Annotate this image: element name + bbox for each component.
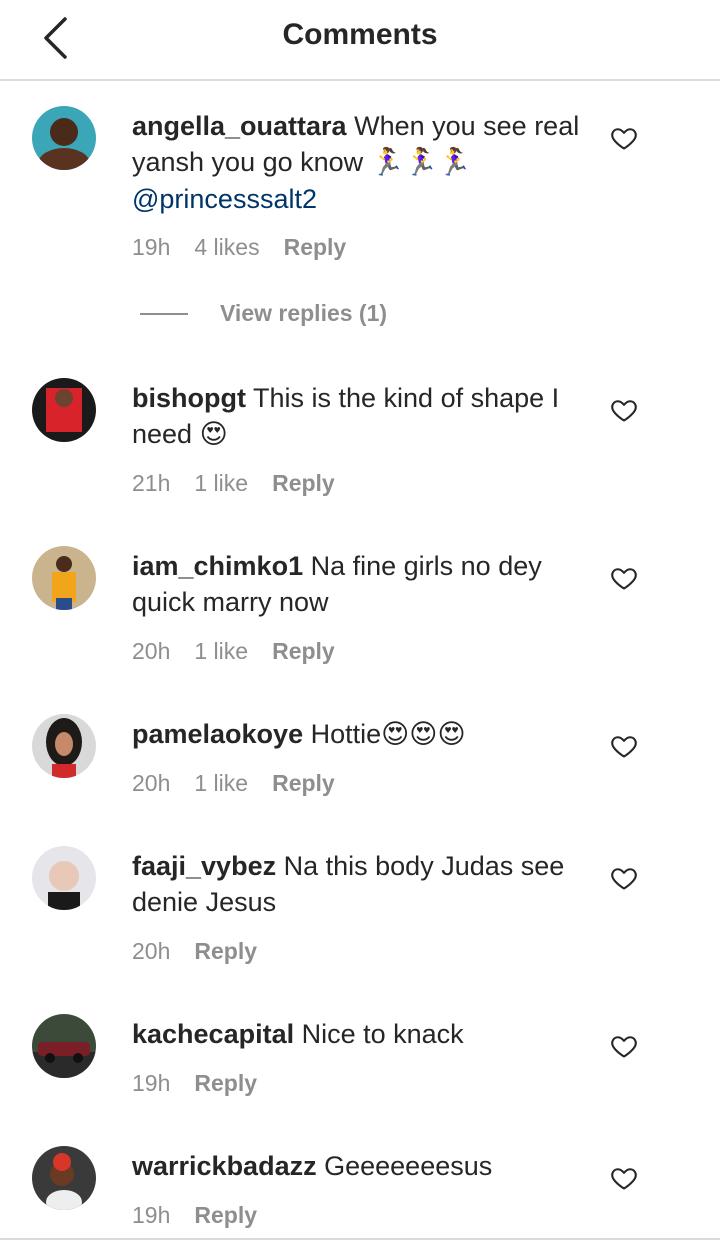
comment-likes[interactable]: 1 like: [194, 638, 248, 665]
comment-username[interactable]: kachecapital: [132, 1019, 294, 1049]
reply-button[interactable]: Reply: [272, 638, 335, 665]
heart-icon[interactable]: [610, 1032, 638, 1060]
comment-time: 20h: [132, 770, 171, 796]
comment-text: angella_ouattara When you see real yansh…: [132, 108, 592, 217]
comment-emoji: 😍: [199, 419, 228, 450]
comment-likes[interactable]: 4 likes: [194, 234, 259, 261]
reply-button[interactable]: Reply: [284, 234, 347, 261]
comment-likes[interactable]: 1 like: [194, 770, 248, 797]
heart-icon[interactable]: [610, 564, 638, 592]
header: Comments: [0, 0, 720, 81]
comment-text: kachecapital Nice to knack: [132, 1016, 592, 1052]
comment-text: warrickbadazz Geeeeeeesus: [132, 1148, 592, 1184]
comment-username[interactable]: bishopgt: [132, 383, 246, 413]
heart-icon[interactable]: [610, 864, 638, 892]
reply-button[interactable]: Reply: [194, 1070, 257, 1097]
comment-time: 21h: [132, 470, 171, 496]
comment-meta: 19h Reply: [132, 1202, 257, 1229]
comment-meta: 19h Reply: [132, 1070, 257, 1097]
avatar[interactable]: [32, 1014, 96, 1078]
comment-username[interactable]: iam_chimko1: [132, 551, 303, 581]
divider-line: [140, 312, 188, 315]
avatar[interactable]: [32, 846, 96, 910]
heart-icon[interactable]: [610, 124, 638, 152]
comment-emoji: 😍😍😍: [381, 719, 466, 750]
comment-meta: 19h 4 likes Reply: [132, 234, 346, 261]
view-replies-button[interactable]: View replies (1): [140, 300, 387, 327]
bottom-divider: [0, 1238, 720, 1240]
heart-icon[interactable]: [610, 732, 638, 760]
avatar[interactable]: [32, 714, 96, 778]
comment-body: Hottie: [310, 719, 382, 749]
comment-text: bishopgt This is the kind of shape I nee…: [132, 380, 592, 453]
comment-text: iam_chimko1 Na fine girls no dey quick m…: [132, 548, 592, 620]
comment-emoji: 🏃‍♀️🏃‍♀️🏃‍♀️: [370, 147, 472, 178]
comment-meta: 20h 1 like Reply: [132, 770, 335, 797]
comment-body: Nice to knack: [301, 1019, 464, 1049]
comment-time: 20h: [132, 638, 171, 664]
avatar[interactable]: [32, 106, 96, 170]
heart-icon[interactable]: [610, 1164, 638, 1192]
comment-time: 19h: [132, 234, 171, 260]
comment-time: 19h: [132, 1070, 171, 1096]
reply-button[interactable]: Reply: [194, 938, 257, 965]
avatar[interactable]: [32, 1146, 96, 1210]
comment-username[interactable]: angella_ouattara: [132, 111, 347, 141]
comment-body: Geeeeeeesus: [324, 1151, 493, 1181]
comment-time: 19h: [132, 1202, 171, 1228]
reply-button[interactable]: Reply: [194, 1202, 257, 1229]
reply-button[interactable]: Reply: [272, 770, 335, 797]
heart-icon[interactable]: [610, 396, 638, 424]
comment-username[interactable]: warrickbadazz: [132, 1151, 317, 1181]
comment-meta: 20h 1 like Reply: [132, 638, 335, 665]
comment-likes[interactable]: 1 like: [194, 470, 248, 497]
avatar[interactable]: [32, 546, 96, 610]
comment-text: pamelaokoye Hottie😍😍😍: [132, 716, 592, 753]
comment-mention[interactable]: @princesssalt2: [132, 184, 317, 214]
comment-meta: 21h 1 like Reply: [132, 470, 335, 497]
comment-username[interactable]: pamelaokoye: [132, 719, 303, 749]
avatar[interactable]: [32, 378, 96, 442]
view-replies-label: View replies (1): [220, 300, 388, 326]
comment-text: faaji_vybez Na this body Judas see denie…: [132, 848, 592, 920]
page-title: Comments: [282, 18, 438, 51]
comment-meta: 20h Reply: [132, 938, 257, 965]
comment-time: 20h: [132, 938, 171, 964]
comment-username[interactable]: faaji_vybez: [132, 851, 276, 881]
reply-button[interactable]: Reply: [272, 470, 335, 497]
